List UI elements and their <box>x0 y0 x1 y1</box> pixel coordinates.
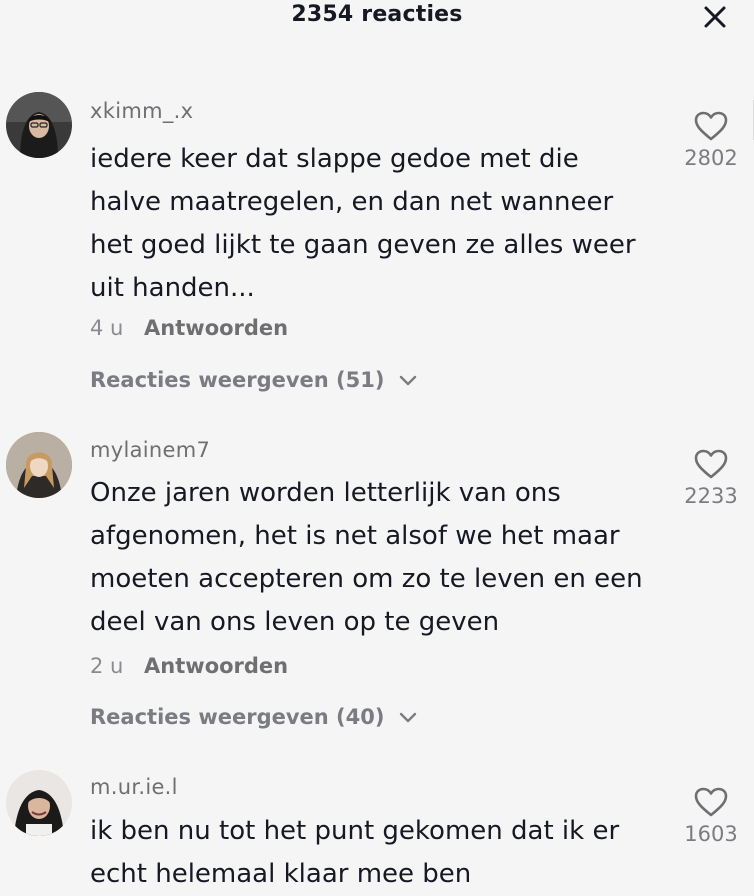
like-control: 1603 <box>668 786 754 846</box>
like-count: 1603 <box>684 822 738 846</box>
comment-meta: 2 u Antwoorden <box>90 654 288 678</box>
comment-username[interactable]: mylainem7 <box>90 438 210 462</box>
comments-header: 2354 reacties <box>0 0 754 68</box>
heart-icon[interactable] <box>693 448 729 480</box>
like-count: 2233 <box>684 484 738 508</box>
like-control: 2802 <box>668 110 754 170</box>
chevron-down-icon <box>399 375 416 386</box>
reply-button[interactable]: Antwoorden <box>144 316 288 340</box>
heart-icon[interactable] <box>693 110 729 142</box>
view-replies-label: Reacties weergeven (51) <box>90 368 385 392</box>
comments-sheet: 2354 reacties xkimm_.x iedere keer dat s… <box>0 0 754 896</box>
avatar[interactable] <box>6 432 72 498</box>
comments-count-title: 2354 reacties <box>291 2 463 27</box>
chevron-down-icon <box>399 712 416 723</box>
like-count: 2802 <box>684 146 738 170</box>
close-icon <box>704 6 726 28</box>
avatar[interactable] <box>6 92 72 158</box>
comment-timestamp: 2 u <box>90 654 124 678</box>
view-replies-button[interactable]: Reacties weergeven (51) <box>90 368 418 392</box>
comment-username[interactable]: m.ur.ie.l <box>90 775 178 799</box>
comment-text: Onze jaren worden letterlijk van ons afg… <box>90 478 643 637</box>
comment-username[interactable]: xkimm_.x <box>90 99 193 123</box>
like-control: 2233 <box>668 448 754 508</box>
heart-icon[interactable] <box>693 786 729 818</box>
view-replies-button[interactable]: Reacties weergeven (40) <box>90 705 418 729</box>
comment-timestamp: 4 u <box>90 316 124 340</box>
close-button[interactable] <box>702 4 728 30</box>
comment-text: iedere keer dat slappe gedoe met die hal… <box>90 144 636 303</box>
view-replies-label: Reacties weergeven (40) <box>90 705 385 729</box>
comment-meta: 4 u Antwoorden <box>90 316 288 340</box>
avatar[interactable] <box>6 770 72 836</box>
comment-text: ik ben nu tot het punt gekomen dat ik er… <box>90 816 620 889</box>
reply-button[interactable]: Antwoorden <box>144 654 288 678</box>
